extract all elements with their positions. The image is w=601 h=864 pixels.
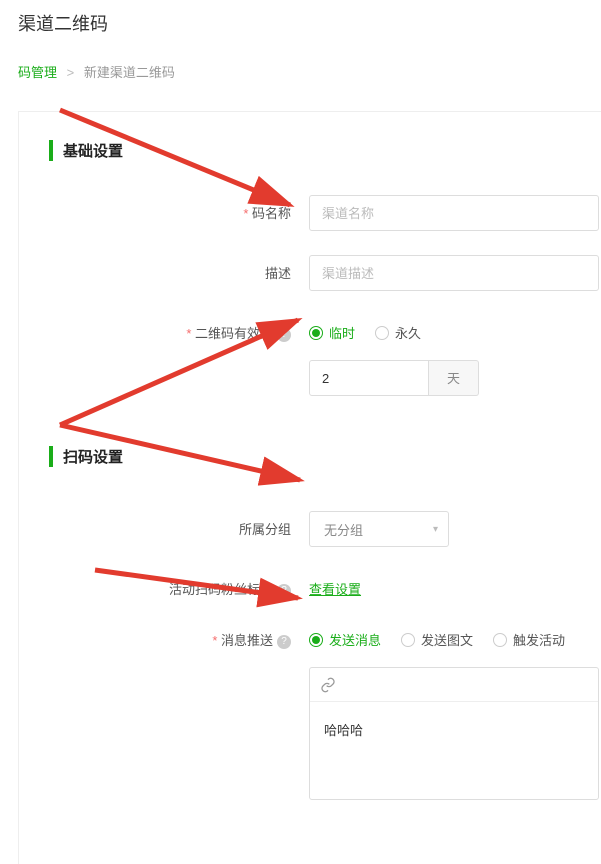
label-validity: 二维码有效期? <box>19 315 309 342</box>
form-panel: 基础设置 码名称 描述 二维码有效期? 临时 永久 <box>18 111 601 864</box>
link-view-tag-settings[interactable]: 查看设置 <box>309 571 361 598</box>
row-group: 所属分组 无分组 ▾ <box>19 511 601 547</box>
radio-temporary[interactable]: 临时 <box>309 323 355 342</box>
radio-dot-icon <box>309 326 323 340</box>
message-editor: 哈哈哈 <box>309 667 599 800</box>
help-icon[interactable]: ? <box>277 328 291 342</box>
label-push: 消息推送? <box>19 622 309 649</box>
radio-trigger-activity[interactable]: 触发活动 <box>493 630 565 649</box>
help-icon[interactable]: ? <box>277 584 291 598</box>
help-icon[interactable]: ? <box>277 635 291 649</box>
chevron-down-icon: ▾ <box>433 524 438 535</box>
breadcrumb-link[interactable]: 码管理 <box>18 65 57 80</box>
insert-link-icon[interactable] <box>320 677 336 693</box>
label-name: 码名称 <box>19 195 309 222</box>
duration-unit: 天 <box>429 360 479 396</box>
row-desc: 描述 <box>19 255 601 291</box>
editor-body[interactable]: 哈哈哈 <box>310 702 598 799</box>
label-tags: 活动扫码粉丝标签? <box>19 571 309 598</box>
section-basic-title: 基础设置 <box>49 140 601 161</box>
radio-dot-icon <box>309 633 323 647</box>
input-desc[interactable] <box>309 255 599 291</box>
input-code-name[interactable] <box>309 195 599 231</box>
radio-send-rich[interactable]: 发送图文 <box>401 630 473 649</box>
radio-send-message[interactable]: 发送消息 <box>309 630 381 649</box>
row-push: 消息推送? 发送消息 发送图文 触发活动 <box>19 622 601 800</box>
input-duration[interactable] <box>309 360 429 396</box>
duration-input-wrap: 天 <box>309 360 601 396</box>
row-validity: 二维码有效期? 临时 永久 天 <box>19 315 601 396</box>
breadcrumb-current: 新建渠道二维码 <box>84 65 175 80</box>
section-scan-title: 扫码设置 <box>49 446 601 467</box>
editor-toolbar <box>310 668 598 702</box>
select-group[interactable]: 无分组 ▾ <box>309 511 449 547</box>
validity-radio-group: 临时 永久 <box>309 315 601 342</box>
row-tags: 活动扫码粉丝标签? 查看设置 <box>19 571 601 598</box>
breadcrumb-separator: > <box>67 65 75 80</box>
page-title: 渠道二维码 <box>0 0 601 42</box>
push-radio-group: 发送消息 发送图文 触发活动 <box>309 622 601 649</box>
label-desc: 描述 <box>19 255 309 282</box>
radio-dot-icon <box>375 326 389 340</box>
radio-dot-icon <box>493 633 507 647</box>
breadcrumb: 码管理 > 新建渠道二维码 <box>0 42 601 97</box>
row-name: 码名称 <box>19 195 601 231</box>
select-group-value: 无分组 <box>324 520 363 539</box>
radio-permanent[interactable]: 永久 <box>375 323 421 342</box>
label-group: 所属分组 <box>19 511 309 538</box>
radio-dot-icon <box>401 633 415 647</box>
